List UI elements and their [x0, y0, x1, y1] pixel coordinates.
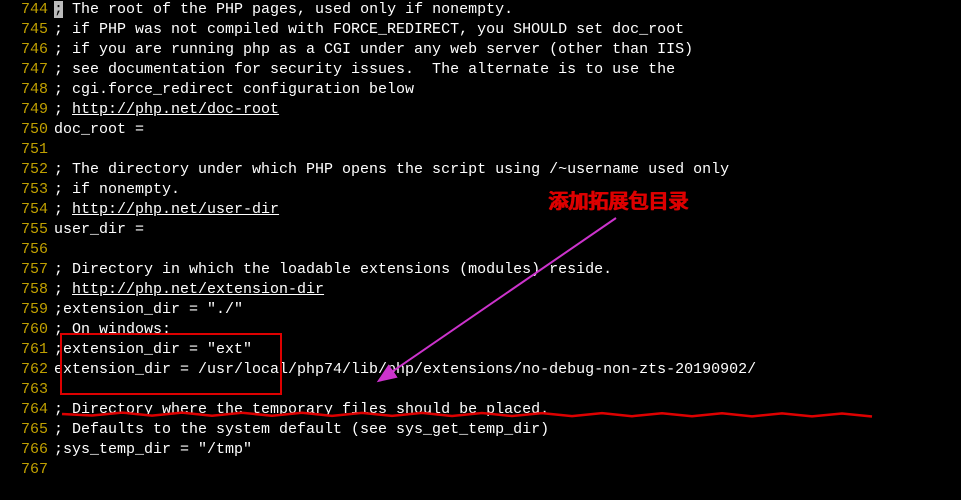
code-line[interactable]: 750doc_root =: [0, 120, 961, 140]
code-text: ; if you are running php as a CGI under …: [54, 40, 961, 60]
code-line[interactable]: 747; see documentation for security issu…: [0, 60, 961, 80]
line-number: 766: [0, 440, 54, 460]
code-editor[interactable]: 744; The root of the PHP pages, used onl…: [0, 0, 961, 480]
code-text: [54, 240, 961, 260]
code-text: ; see documentation for security issues.…: [54, 60, 961, 80]
code-line[interactable]: 755user_dir =: [0, 220, 961, 240]
code-text: ; The root of the PHP pages, used only i…: [54, 0, 961, 20]
code-text: ; On windows:: [54, 320, 961, 340]
line-number: 748: [0, 80, 54, 100]
code-line[interactable]: 746; if you are running php as a CGI und…: [0, 40, 961, 60]
line-number: 744: [0, 0, 54, 20]
code-line[interactable]: 764; Directory where the temporary files…: [0, 400, 961, 420]
line-number: 745: [0, 20, 54, 40]
line-number: 762: [0, 360, 54, 380]
line-number: 757: [0, 260, 54, 280]
line-number: 751: [0, 140, 54, 160]
line-number: 764: [0, 400, 54, 420]
doc-link[interactable]: http://php.net/doc-root: [72, 101, 279, 118]
code-line[interactable]: 751: [0, 140, 961, 160]
code-line[interactable]: 745; if PHP was not compiled with FORCE_…: [0, 20, 961, 40]
code-text: ; http://php.net/extension-dir: [54, 280, 961, 300]
line-number: 752: [0, 160, 54, 180]
code-line[interactable]: 748; cgi.force_redirect configuration be…: [0, 80, 961, 100]
code-text: ;sys_temp_dir = "/tmp": [54, 440, 961, 460]
line-number: 760: [0, 320, 54, 340]
line-number: 750: [0, 120, 54, 140]
code-text: ; The directory under which PHP opens th…: [54, 160, 961, 180]
line-number: 746: [0, 40, 54, 60]
code-text: ; Directory in which the loadable extens…: [54, 260, 961, 280]
code-text: ;extension_dir = "ext": [54, 340, 961, 360]
code-line[interactable]: 760; On windows:: [0, 320, 961, 340]
code-text: ;extension_dir = "./": [54, 300, 961, 320]
code-line[interactable]: 753; if nonempty.: [0, 180, 961, 200]
code-text: ; if nonempty.: [54, 180, 961, 200]
code-line[interactable]: 759;extension_dir = "./": [0, 300, 961, 320]
code-text: ; http://php.net/doc-root: [54, 100, 961, 120]
code-text: [54, 140, 961, 160]
line-number: 763: [0, 380, 54, 400]
code-text: [54, 380, 961, 400]
code-text: ; if PHP was not compiled with FORCE_RED…: [54, 20, 961, 40]
line-number: 765: [0, 420, 54, 440]
code-line[interactable]: 754; http://php.net/user-dir: [0, 200, 961, 220]
line-number: 755: [0, 220, 54, 240]
line-number: 753: [0, 180, 54, 200]
line-number: 759: [0, 300, 54, 320]
code-text: ; cgi.force_redirect configuration below: [54, 80, 961, 100]
line-number: 758: [0, 280, 54, 300]
code-line[interactable]: 752; The directory under which PHP opens…: [0, 160, 961, 180]
line-number: 761: [0, 340, 54, 360]
code-line[interactable]: 765; Defaults to the system default (see…: [0, 420, 961, 440]
doc-link[interactable]: http://php.net/extension-dir: [72, 281, 324, 298]
code-line[interactable]: 749; http://php.net/doc-root: [0, 100, 961, 120]
line-number: 756: [0, 240, 54, 260]
line-number: 767: [0, 460, 54, 480]
code-text: ; Directory where the temporary files sh…: [54, 400, 961, 420]
line-number: 747: [0, 60, 54, 80]
code-text: extension_dir = /usr/local/php74/lib/php…: [54, 360, 961, 380]
code-text: user_dir =: [54, 220, 961, 240]
code-line[interactable]: 757; Directory in which the loadable ext…: [0, 260, 961, 280]
line-number: 754: [0, 200, 54, 220]
code-line[interactable]: 744; The root of the PHP pages, used onl…: [0, 0, 961, 20]
code-line[interactable]: 766;sys_temp_dir = "/tmp": [0, 440, 961, 460]
code-text: ; http://php.net/user-dir: [54, 200, 961, 220]
code-line[interactable]: 767: [0, 460, 961, 480]
line-number: 749: [0, 100, 54, 120]
code-text: [54, 460, 961, 480]
code-line[interactable]: 763: [0, 380, 961, 400]
doc-link[interactable]: http://php.net/user-dir: [72, 201, 279, 218]
code-line[interactable]: 756: [0, 240, 961, 260]
code-text: ; Defaults to the system default (see sy…: [54, 420, 961, 440]
code-line[interactable]: 758; http://php.net/extension-dir: [0, 280, 961, 300]
code-line[interactable]: 761;extension_dir = "ext": [0, 340, 961, 360]
code-line[interactable]: 762extension_dir = /usr/local/php74/lib/…: [0, 360, 961, 380]
code-text: doc_root =: [54, 120, 961, 140]
